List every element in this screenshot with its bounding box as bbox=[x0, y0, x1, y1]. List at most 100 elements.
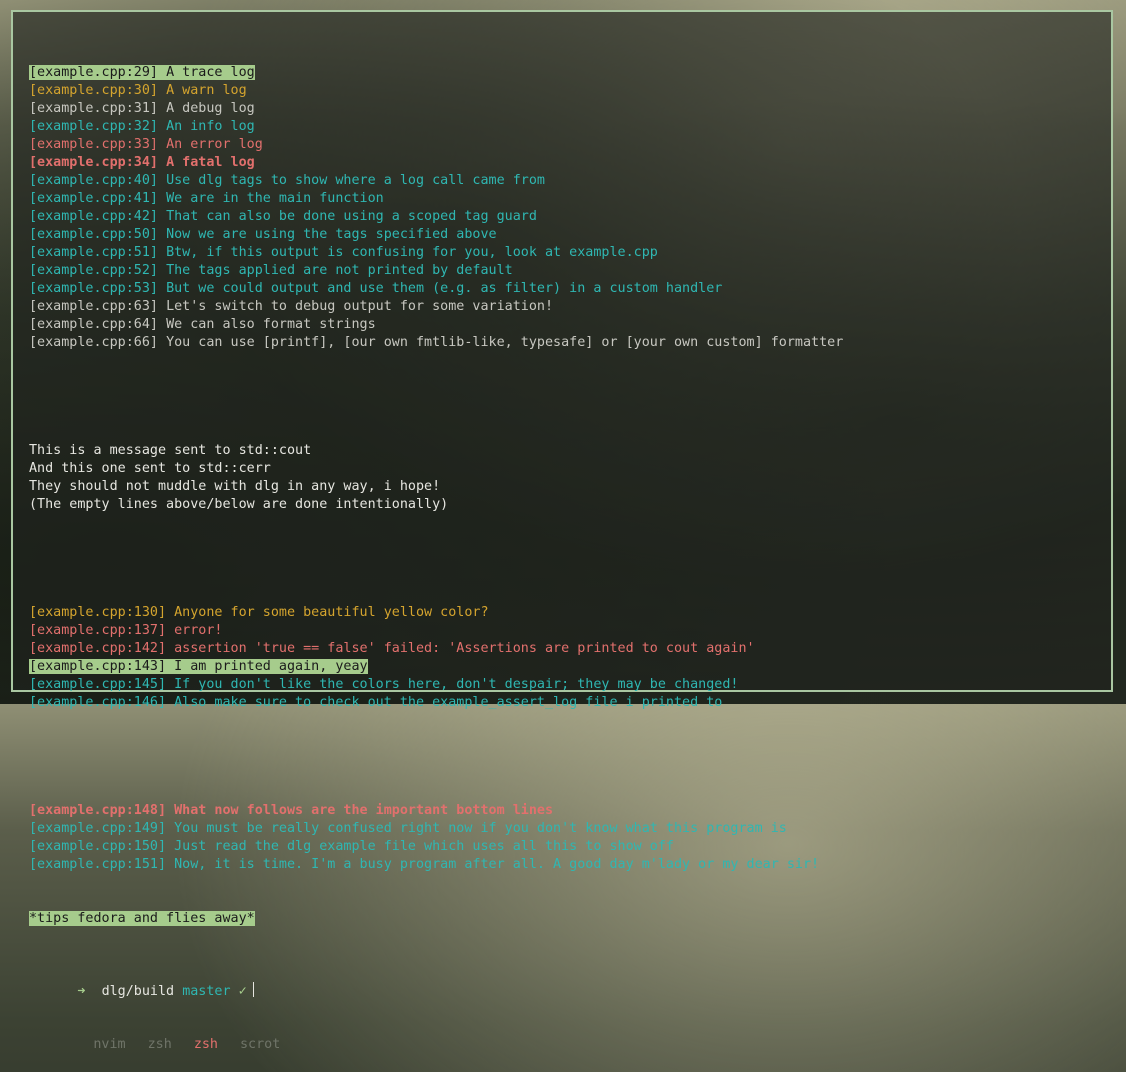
log-message: A debug log bbox=[166, 101, 255, 116]
log-line: [example.cpp:143] I am printed again, ye… bbox=[29, 658, 1101, 676]
stdout-line: They should not muddle with dlg in any w… bbox=[29, 479, 441, 494]
log-line: [example.cpp:53] But we could output and… bbox=[29, 280, 1101, 298]
log-message: A trace log bbox=[166, 65, 255, 80]
log-line-content: [example.cpp:150] Just read the dlg exam… bbox=[29, 839, 674, 854]
log-source-tag: [example.cpp:30] bbox=[29, 83, 158, 98]
log-message: An info log bbox=[166, 119, 255, 134]
log-source-tag: [example.cpp:149] bbox=[29, 821, 167, 836]
log-message: A fatal log bbox=[166, 155, 255, 170]
log-line: [example.cpp:150] Just read the dlg exam… bbox=[29, 838, 1101, 856]
log-message: An error log bbox=[166, 137, 263, 152]
log-source-tag: [example.cpp:31] bbox=[29, 101, 158, 116]
final-line: *tips fedora and flies away* bbox=[29, 911, 255, 926]
log-source-tag: [example.cpp:151] bbox=[29, 857, 167, 872]
log-line: [example.cpp:34] A fatal log bbox=[29, 154, 1101, 172]
log-source-tag: [example.cpp:42] bbox=[29, 209, 158, 224]
log-message: A warn log bbox=[166, 83, 247, 98]
log-source-tag: [example.cpp:66] bbox=[29, 335, 158, 350]
log-line-content: [example.cpp:148] What now follows are t… bbox=[29, 803, 553, 818]
tab-zsh-active[interactable]: zsh bbox=[194, 1036, 218, 1054]
log-message: I am printed again, yeay bbox=[174, 659, 368, 674]
log-line: [example.cpp:130] Anyone for some beauti… bbox=[29, 604, 1101, 622]
log-message: What now follows are the important botto… bbox=[174, 803, 554, 818]
log-line-content: [example.cpp:137] error! bbox=[29, 623, 223, 638]
log-line: [example.cpp:29] A trace log bbox=[29, 64, 1101, 82]
log-message: Now, it is time. I'm a busy program afte… bbox=[174, 857, 820, 872]
tmux-tab-bar: nvim zsh zsh scrot bbox=[29, 1018, 1101, 1052]
log-source-tag: [example.cpp:51] bbox=[29, 245, 158, 260]
log-line: [example.cpp:40] Use dlg tags to show wh… bbox=[29, 172, 1101, 190]
log-line-content: [example.cpp:63] Let's switch to debug o… bbox=[29, 299, 553, 314]
prompt-arrow-icon: ➜ bbox=[77, 984, 86, 999]
log-source-tag: [example.cpp:64] bbox=[29, 317, 158, 332]
tab-nvim[interactable]: nvim bbox=[93, 1036, 125, 1054]
log-line: [example.cpp:66] You can use [printf], [… bbox=[29, 334, 1101, 352]
log-message: Anyone for some beautiful yellow color? bbox=[174, 605, 489, 620]
log-line: [example.cpp:51] Btw, if this output is … bbox=[29, 244, 1101, 262]
log-source-tag: [example.cpp:53] bbox=[29, 281, 158, 296]
log-line-content: [example.cpp:34] A fatal log bbox=[29, 155, 255, 170]
log-line: [example.cpp:31] A debug log bbox=[29, 100, 1101, 118]
log-source-tag: [example.cpp:146] bbox=[29, 695, 167, 710]
prompt-git-branch: master bbox=[182, 984, 231, 999]
log-line-content: [example.cpp:31] A debug log bbox=[29, 101, 255, 116]
log-line-content: [example.cpp:143] I am printed again, ye… bbox=[29, 659, 368, 674]
log-line-content: [example.cpp:30] A warn log bbox=[29, 83, 247, 98]
log-source-tag: [example.cpp:52] bbox=[29, 263, 158, 278]
log-source-tag: [example.cpp:34] bbox=[29, 155, 158, 170]
log-message: Now we are using the tags specified abov… bbox=[166, 227, 497, 242]
log-message: If you don't like the colors here, don't… bbox=[174, 677, 739, 692]
log-line-content: [example.cpp:145] If you don't like the … bbox=[29, 677, 738, 692]
log-message: The tags applied are not printed by defa… bbox=[166, 263, 513, 278]
tab-scrot[interactable]: scrot bbox=[240, 1036, 280, 1054]
log-line-content: [example.cpp:32] An info log bbox=[29, 119, 255, 134]
shell-prompt[interactable]: ➜ dlg/build master ✓ bbox=[29, 964, 1101, 999]
log-source-tag: [example.cpp:148] bbox=[29, 803, 167, 818]
stdout-line: This is a message sent to std::cout bbox=[29, 443, 312, 458]
log-line: [example.cpp:63] Let's switch to debug o… bbox=[29, 298, 1101, 316]
log-line: [example.cpp:64] We can also format stri… bbox=[29, 316, 1101, 334]
stdout-line: (The empty lines above/below are done in… bbox=[29, 497, 449, 512]
log-line: [example.cpp:145] If you don't like the … bbox=[29, 676, 1101, 694]
log-line-content: [example.cpp:33] An error log bbox=[29, 137, 263, 152]
stdout-line: And this one sent to std::cerr bbox=[29, 461, 271, 476]
log-line-content: [example.cpp:66] You can use [printf], [… bbox=[29, 335, 843, 350]
log-line: [example.cpp:52] The tags applied are no… bbox=[29, 262, 1101, 280]
log-message: Btw, if this output is confusing for you… bbox=[166, 245, 658, 260]
log-message: error! bbox=[174, 623, 223, 638]
log-line: [example.cpp:33] An error log bbox=[29, 136, 1101, 154]
log-line: [example.cpp:151] Now, it is time. I'm a… bbox=[29, 856, 1101, 874]
terminal-output: [example.cpp:29] A trace log [example.cpp… bbox=[29, 28, 1101, 1072]
log-message: But we could output and use them (e.g. a… bbox=[166, 281, 723, 296]
log-line-content: [example.cpp:142] assertion 'true == fal… bbox=[29, 641, 755, 656]
log-message: Also make sure to check out the example_… bbox=[174, 695, 723, 710]
log-source-tag: [example.cpp:40] bbox=[29, 173, 158, 188]
log-source-tag: [example.cpp:33] bbox=[29, 137, 158, 152]
log-source-tag: [example.cpp:29] bbox=[29, 65, 158, 80]
log-line-content: [example.cpp:53] But we could output and… bbox=[29, 281, 722, 296]
log-source-tag: [example.cpp:50] bbox=[29, 227, 158, 242]
log-line: [example.cpp:146] Also make sure to chec… bbox=[29, 694, 1101, 712]
terminal-window[interactable]: [example.cpp:29] A trace log [example.cpp… bbox=[11, 10, 1113, 1052]
log-line: [example.cpp:41] We are in the main func… bbox=[29, 190, 1101, 208]
log-line-content: [example.cpp:40] Use dlg tags to show wh… bbox=[29, 173, 545, 188]
log-line: [example.cpp:32] An info log bbox=[29, 118, 1101, 136]
text-cursor bbox=[252, 982, 254, 997]
log-message: You must be really confused right now if… bbox=[174, 821, 787, 836]
log-message: We are in the main function bbox=[166, 191, 384, 206]
log-message: That can also be done using a scoped tag… bbox=[166, 209, 537, 224]
log-message: Let's switch to debug output for some va… bbox=[166, 299, 554, 314]
log-line: [example.cpp:137] error! bbox=[29, 622, 1101, 640]
tab-zsh[interactable]: zsh bbox=[148, 1036, 172, 1054]
log-source-tag: [example.cpp:145] bbox=[29, 677, 167, 692]
log-line-content: [example.cpp:146] Also make sure to chec… bbox=[29, 695, 722, 710]
prompt-directory: dlg/build bbox=[101, 984, 175, 999]
log-line-content: [example.cpp:149] You must be really con… bbox=[29, 821, 787, 836]
log-source-tag: [example.cpp:142] bbox=[29, 641, 167, 656]
log-line-content: [example.cpp:42] That can also be done u… bbox=[29, 209, 537, 224]
log-line: [example.cpp:42] That can also be done u… bbox=[29, 208, 1101, 226]
log-message: assertion 'true == false' failed: 'Asser… bbox=[174, 641, 755, 656]
prompt-clean-check-icon: ✓ bbox=[238, 984, 247, 999]
log-line: [example.cpp:149] You must be really con… bbox=[29, 820, 1101, 838]
log-line-content: [example.cpp:130] Anyone for some beauti… bbox=[29, 605, 489, 620]
